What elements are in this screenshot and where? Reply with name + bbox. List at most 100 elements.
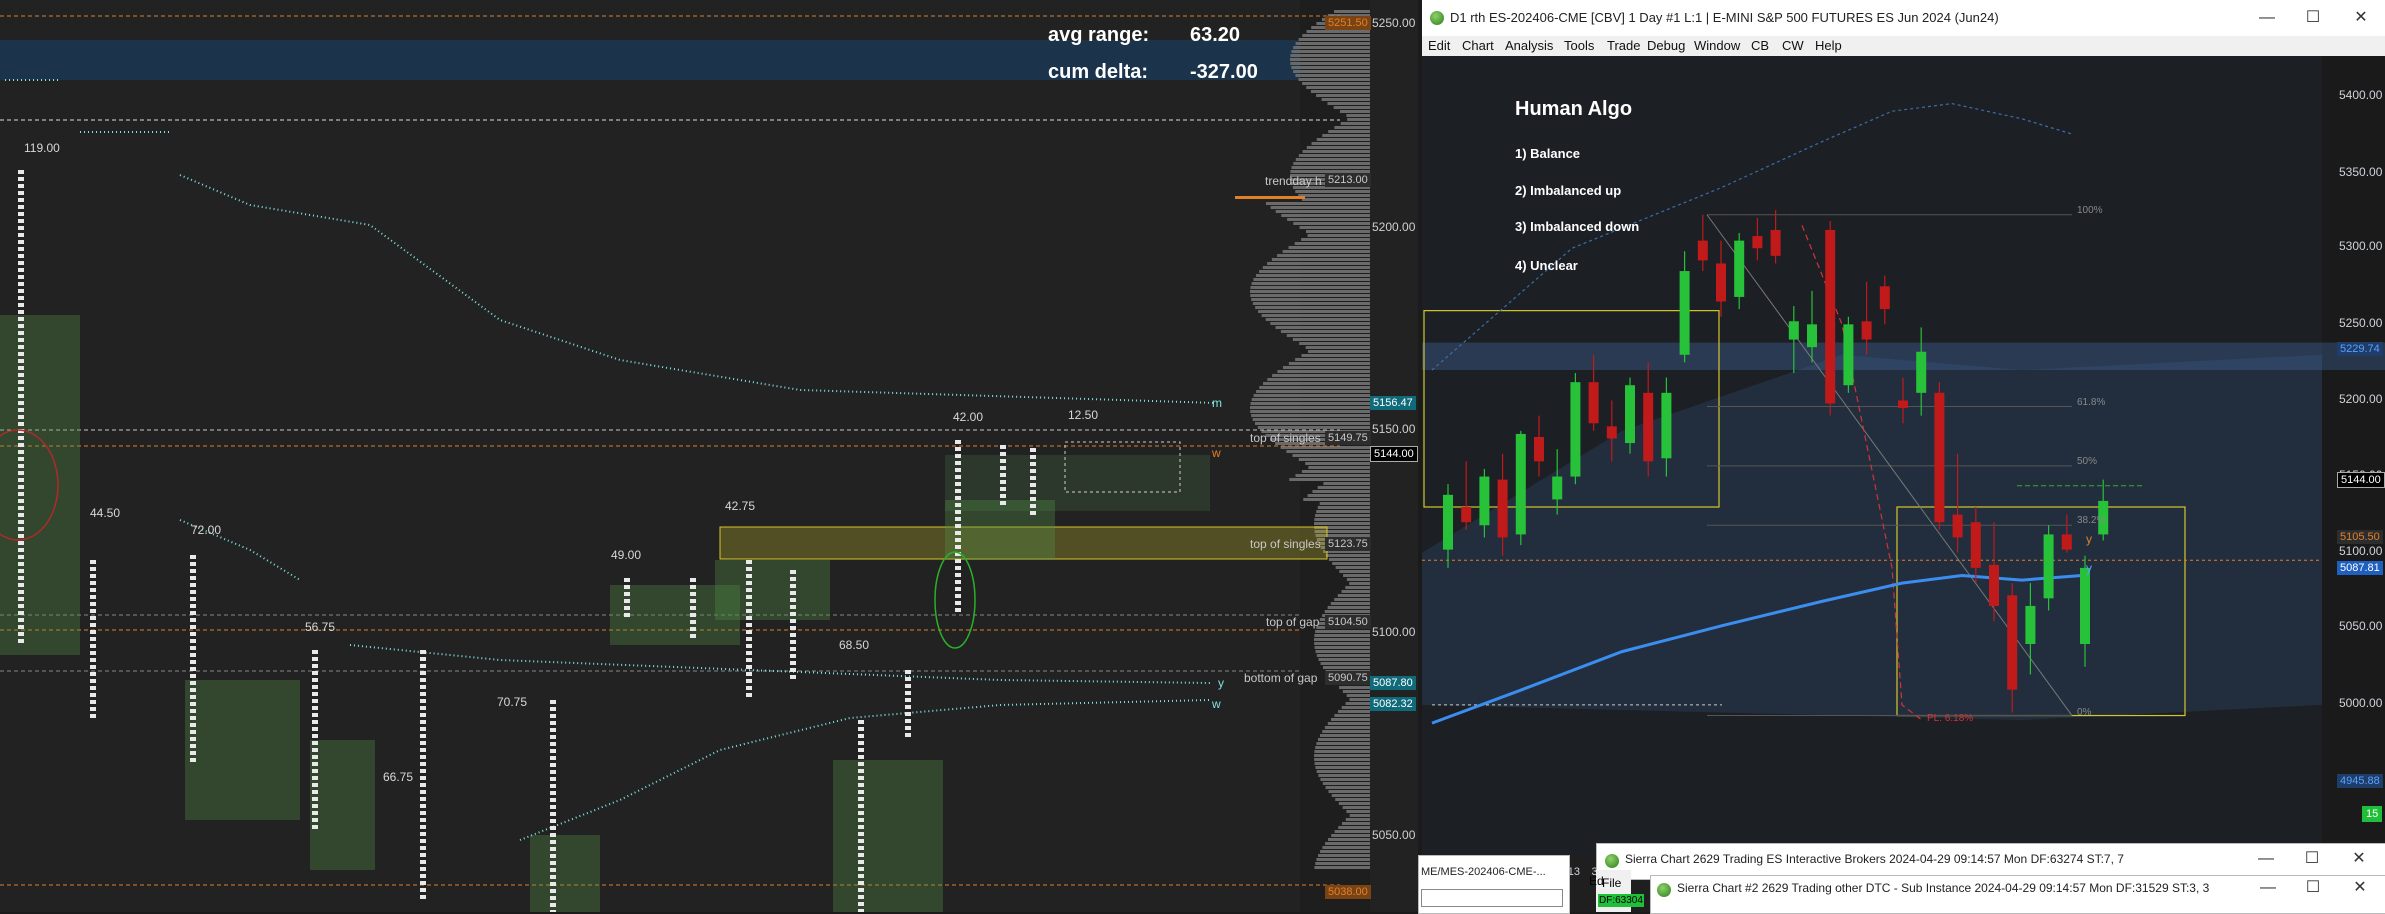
footprint-cell <box>18 555 24 559</box>
volume-profile-bar <box>1338 802 1370 805</box>
menu-debug[interactable]: Debug <box>1647 38 1685 53</box>
menu-help[interactable]: Help <box>1815 38 1842 53</box>
footprint-cell <box>312 699 318 703</box>
volume-profile-bar <box>1295 358 1370 361</box>
range-label: 12.50 <box>1068 408 1099 422</box>
candle-body <box>1625 385 1635 444</box>
footprint-cell <box>90 700 96 704</box>
footprint-cell <box>624 606 630 610</box>
volume-profile-bar <box>1341 822 1370 825</box>
footprint-cell <box>90 630 96 634</box>
close-button[interactable]: ✕ <box>2342 847 2376 871</box>
volume-profile-bar <box>1317 738 1370 741</box>
price-marker: 5213.00 <box>1325 173 1371 187</box>
volume-profile-bar <box>1331 794 1370 797</box>
minimize-button[interactable]: — <box>2251 876 2285 900</box>
menu-cw[interactable]: CW <box>1782 38 1804 53</box>
annotation-item: 3) Imbalanced down <box>1515 219 1640 234</box>
footprint-cell <box>18 506 24 510</box>
footprint-cell <box>858 797 864 801</box>
volume-profile-bar <box>1295 190 1370 193</box>
close-button[interactable]: ✕ <box>2343 876 2377 900</box>
minimize-button[interactable]: — <box>2250 6 2284 30</box>
menu-cb[interactable]: CB <box>1751 38 1769 53</box>
menu-chart[interactable]: Chart <box>1462 38 1494 53</box>
volume-profile-bar <box>1316 138 1370 141</box>
volume-profile-bar <box>1349 582 1370 585</box>
footprint-cell <box>420 671 426 675</box>
footprint-cell <box>550 735 556 739</box>
footprint-cell <box>312 797 318 801</box>
sierra-window-2[interactable]: Sierra Chart #2 2629 Trading other DTC -… <box>1650 875 2385 914</box>
footprint-cell <box>18 317 24 321</box>
price-marker: 5087.81 <box>2337 561 2383 575</box>
top-of-singles-label: top of singles <box>1250 431 1321 445</box>
close-button[interactable]: ✕ <box>2344 6 2378 30</box>
candle-body <box>2025 605 2036 644</box>
symbol-tab[interactable]: ME/MES-202406-CME-... <box>1421 866 1546 878</box>
symbol-panel[interactable]: ME/MES-202406-CME-... <box>1418 855 1570 914</box>
volume-profile-bar <box>1265 202 1370 205</box>
footprint-cell <box>746 644 752 648</box>
footprint-cell <box>790 577 796 581</box>
footprint-cell <box>790 675 796 679</box>
footprint-cell <box>190 597 196 601</box>
footprint-cell <box>1000 445 1006 449</box>
candle-body <box>1788 321 1799 340</box>
footprint-cell <box>550 903 556 907</box>
footprint-cell <box>420 741 426 745</box>
menu-edit[interactable]: Ed <box>1589 874 1604 888</box>
maximize-button[interactable]: ☐ <box>2296 876 2330 900</box>
footprint-cell <box>858 874 864 878</box>
footprint-chart[interactable]: avg range: 63.20 cum delta: -327.00 119.… <box>0 0 1418 912</box>
maximize-button[interactable]: ☐ <box>2296 6 2330 30</box>
annotation-item: 2) Imbalanced up <box>1515 183 1622 198</box>
footprint-cell <box>18 562 24 566</box>
bottom-of-gap-label: bottom of gap <box>1244 671 1318 685</box>
footprint-cell <box>420 692 426 696</box>
volume-profile-bar <box>1302 34 1370 37</box>
footprint-cell <box>790 605 796 609</box>
volume-profile-bar <box>1342 690 1370 693</box>
footprint-cell <box>18 443 24 447</box>
menu-analysis[interactable]: Analysis <box>1505 38 1553 53</box>
volume-profile-bar <box>1325 554 1370 557</box>
volume-profile-bar <box>1298 78 1370 81</box>
footprint-cell <box>746 602 752 606</box>
daily-chart-window[interactable]: D1 rth ES-202406-CME [CBV] 1 Day #1 L:1 … <box>1422 0 2385 912</box>
maximize-button[interactable]: ☐ <box>2295 847 2329 871</box>
footprint-cell <box>420 664 426 668</box>
cum-delta-value: -327.00 <box>1190 61 1258 83</box>
volume-profile-bar <box>1306 30 1370 33</box>
footprint-cell <box>1000 480 1006 484</box>
footprint-cell <box>955 608 961 612</box>
range-label: 72.00 <box>191 523 222 537</box>
menu-trade[interactable]: Trade <box>1607 38 1640 53</box>
session-block <box>0 315 80 655</box>
footprint-cell <box>312 741 318 745</box>
daily-chart-area[interactable]: Human Algo 1) Balance 2) Imbalanced up 3… <box>1422 56 2385 878</box>
footprint-cell <box>18 275 24 279</box>
footprint-cell <box>790 654 796 658</box>
footprint-cell <box>90 658 96 662</box>
footprint-cell <box>18 632 24 636</box>
menu-edit[interactable]: Edit <box>1428 38 1450 53</box>
level-marker <box>1235 196 1305 199</box>
price-axis-label: 5250.00 <box>1372 16 1416 30</box>
minimize-button[interactable]: — <box>2249 847 2283 871</box>
volume-profile-bar <box>1259 270 1370 273</box>
volume-profile-bar <box>1286 450 1370 453</box>
volume-profile-bar <box>1318 658 1370 661</box>
candle-body <box>1898 400 1908 409</box>
menu-window[interactable]: Window <box>1694 38 1740 53</box>
footprint-cell <box>550 826 556 830</box>
volume-profile-bar <box>1294 242 1370 245</box>
menu-tools[interactable]: Tools <box>1564 38 1594 53</box>
footprint-cell <box>550 798 556 802</box>
symbol-dropdown[interactable] <box>1421 889 1563 907</box>
candle-body <box>1606 426 1617 439</box>
footprint-cell <box>190 618 196 622</box>
window-titlebar[interactable]: D1 rth ES-202406-CME [CBV] 1 Day #1 L:1 … <box>1422 0 2385 37</box>
footprint-cell <box>18 359 24 363</box>
volume-profile-bar <box>1261 314 1370 317</box>
